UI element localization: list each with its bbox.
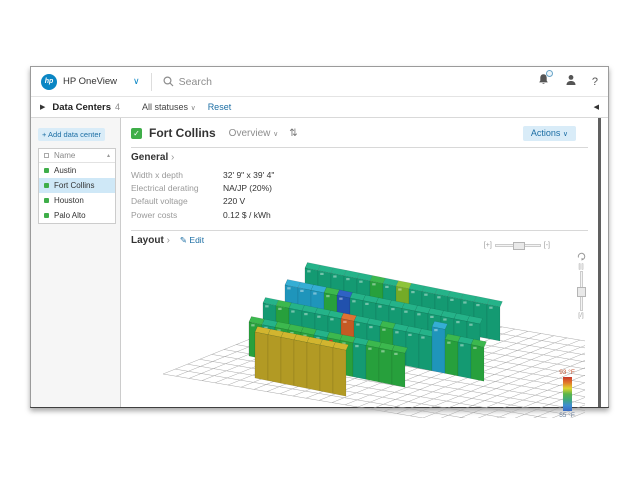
hp-logo-icon[interactable]: hp <box>41 74 57 90</box>
temperature-gradient-bar <box>563 377 572 411</box>
related-views-icon[interactable]: ⇅ <box>289 128 297 139</box>
search-placeholder: Search <box>179 76 212 88</box>
actions-label: Actions <box>531 128 561 138</box>
datacenter-3d-layout[interactable] <box>145 252 585 418</box>
status-ok-icon <box>44 168 49 173</box>
status-ok-icon: ✓ <box>131 128 142 139</box>
list-item-palo-alto[interactable]: Palo Alto <box>39 208 115 223</box>
resource-title: Fort Collins <box>149 126 216 140</box>
notification-badge <box>546 70 553 77</box>
status-ok-icon <box>44 198 49 203</box>
actions-button[interactable]: Actions ∨ <box>523 126 576 141</box>
edit-icon: ✎ <box>180 235 187 245</box>
property-value: 32' 9" x 39' 4" <box>223 170 274 180</box>
reset-filter-link[interactable]: Reset <box>208 102 232 112</box>
list-item-houston[interactable]: Houston <box>39 193 115 208</box>
window-body: + Add data center Name ▴ Austin Fort Col… <box>31 118 608 407</box>
property-row: Electrical derating NA/JP (20%) <box>131 181 588 194</box>
chevron-down-icon: ∨ <box>563 131 568 138</box>
help-button[interactable]: ? <box>592 76 598 88</box>
data-center-list: Name ▴ Austin Fort Collins Houston <box>38 148 116 224</box>
property-label: Default voltage <box>131 196 223 206</box>
layout-visualization: [+] [-] [|] [/] <box>131 248 588 422</box>
page-title[interactable]: Data Centers <box>52 102 111 113</box>
status-filter-dropdown[interactable]: All statuses ∨ <box>142 102 196 112</box>
status-ok-icon <box>44 183 49 188</box>
zoom-slider-track[interactable] <box>495 244 541 247</box>
main-panel: ✓ Fort Collins Overview ∨ ⇅ Actions ∨ Ge… <box>120 118 608 407</box>
property-value: 0.12 $ / kWh <box>223 210 271 220</box>
property-row: Default voltage 220 V <box>131 195 588 208</box>
general-heading-label: General <box>131 152 168 163</box>
data-center-name: Palo Alto <box>54 211 86 220</box>
layout-heading-link[interactable]: Layout › <box>131 235 170 246</box>
notifications-button[interactable] <box>537 73 550 91</box>
chevron-down-icon: ∨ <box>191 105 196 112</box>
status-column-icon <box>44 153 49 158</box>
product-name: HP OneView <box>63 76 117 87</box>
top-banner: hp HP OneView ∨ Search <box>31 67 608 97</box>
zoom-slider[interactable]: [+] [-] <box>484 242 550 249</box>
collapse-panel-icon[interactable]: ◀ <box>594 103 599 111</box>
legend-min-label: 55 °F <box>554 412 580 420</box>
data-center-name: Austin <box>54 166 76 175</box>
zoom-out-label[interactable]: [-] <box>544 242 550 249</box>
list-item-austin[interactable]: Austin <box>39 163 115 178</box>
property-value: 220 V <box>223 196 245 206</box>
main-menu-chevron-icon[interactable]: ∨ <box>133 76 140 87</box>
property-value: NA/JP (20%) <box>223 183 272 193</box>
expand-menu-icon[interactable]: ▶ <box>40 103 45 111</box>
scrollbar-thumb[interactable] <box>598 118 601 407</box>
legend-max-label: 93 °F <box>554 369 580 377</box>
divider <box>151 73 152 91</box>
app-window: hp HP OneView ∨ Search <box>30 66 609 408</box>
sidebar: + Add data center Name ▴ Austin Fort Col… <box>31 118 120 407</box>
search-input[interactable]: Search <box>163 76 212 88</box>
zoom-in-label[interactable]: [+] <box>484 242 492 249</box>
name-column-header[interactable]: Name <box>54 151 75 160</box>
search-icon <box>163 76 174 87</box>
status-ok-icon <box>44 213 49 218</box>
property-label: Power costs <box>131 210 223 220</box>
view-selector-dropdown[interactable]: Overview ∨ <box>229 128 279 139</box>
section-link-arrow: › <box>171 152 174 163</box>
property-row: Width x depth 32' 9" x 39' 4" <box>131 168 588 181</box>
zoom-slider-handle[interactable] <box>513 242 525 250</box>
filter-bar: ▶ Data Centers 4 All statuses ∨ Reset ◀ <box>31 97 608 118</box>
divider <box>131 230 588 231</box>
resource-header: ✓ Fort Collins Overview ∨ ⇅ Actions ∨ <box>131 124 588 142</box>
list-header[interactable]: Name ▴ <box>39 149 115 163</box>
chevron-down-icon: ∨ <box>273 131 278 138</box>
view-selector-label: Overview <box>229 128 271 139</box>
property-row: Power costs 0.12 $ / kWh <box>131 208 588 221</box>
user-icon <box>565 74 577 86</box>
user-button[interactable] <box>565 73 577 91</box>
general-properties: Width x depth 32' 9" x 39' 4" Electrical… <box>131 168 588 222</box>
status-filter-label: All statuses <box>142 102 188 112</box>
add-data-center-button[interactable]: + Add data center <box>38 128 105 141</box>
property-label: Width x depth <box>131 170 223 180</box>
divider <box>131 147 588 148</box>
resource-count: 4 <box>115 102 120 112</box>
edit-layout-link[interactable]: ✎ Edit <box>180 235 204 246</box>
general-section-heading[interactable]: General › <box>131 152 588 163</box>
banner-icons: ? <box>537 73 598 91</box>
property-label: Electrical derating <box>131 183 223 193</box>
data-center-name: Houston <box>54 196 84 205</box>
data-center-name: Fort Collins <box>54 181 94 190</box>
list-item-fort-collins[interactable]: Fort Collins <box>39 178 115 193</box>
temperature-legend: 93 °F 55 °F <box>554 369 580 420</box>
layout-heading-label: Layout <box>131 235 164 246</box>
sort-asc-icon[interactable]: ▴ <box>107 152 110 159</box>
section-link-arrow: › <box>167 235 170 246</box>
edit-label: Edit <box>189 235 204 245</box>
